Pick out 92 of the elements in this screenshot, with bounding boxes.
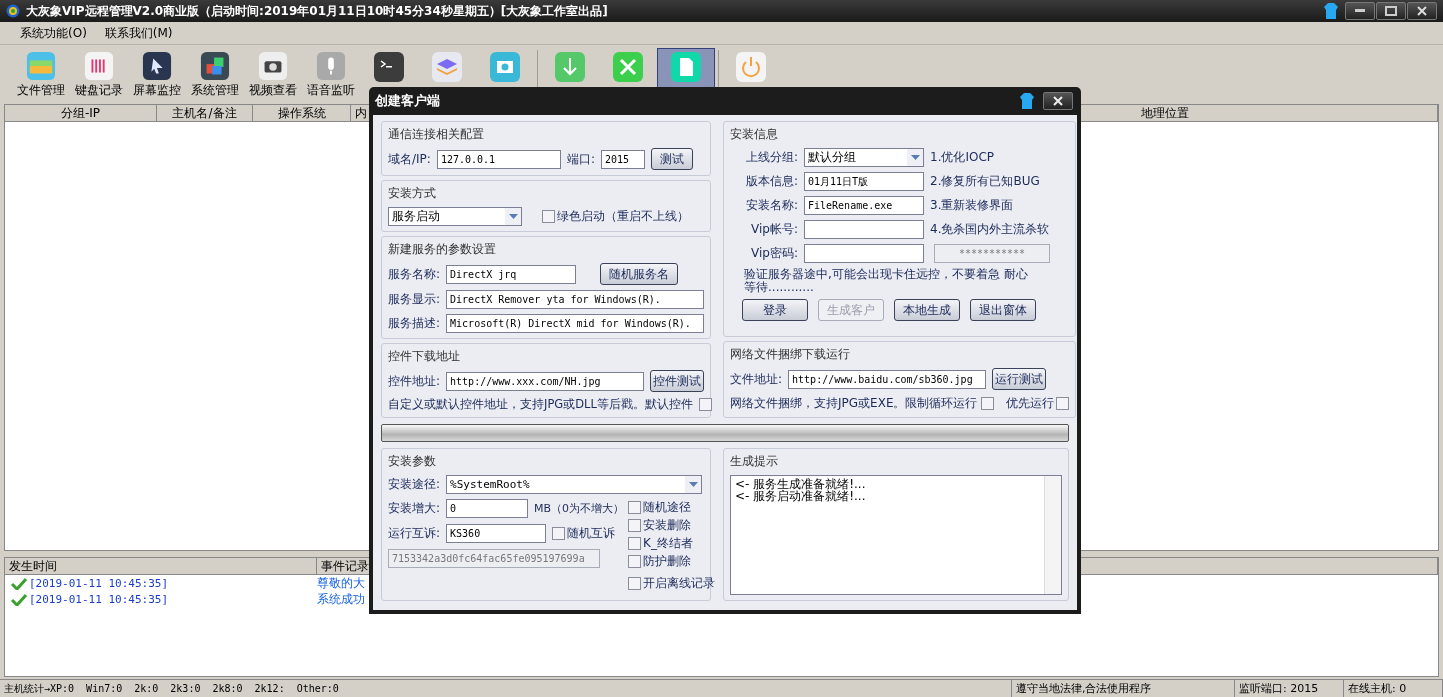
random-name-button[interactable]: 随机服务名 [600, 263, 679, 285]
checkbox[interactable]: K_终结者 [628, 535, 716, 552]
text-field[interactable]: Microsoft(R) DirectX mid for Windows(R). [446, 314, 704, 333]
group-title: 安装参数 [388, 453, 437, 470]
host-stat: Other:0 [296, 683, 339, 694]
host-stat: 主机统计→XP:0 [4, 681, 75, 696]
status-port: 监听端口: 2015 [1235, 680, 1344, 697]
field-label: 域名/IP: [388, 150, 431, 168]
log-event: 尊敬的大 [317, 575, 365, 592]
feature-note: 3.重新装修界面 [930, 197, 1014, 214]
bundle-note: 网络文件捆绑，支持JPG或EXE。限制循环运行 [730, 395, 978, 412]
menu-item[interactable]: 联系我们(M) [104, 24, 173, 42]
feature-note: 1.优化IOCP [930, 149, 995, 166]
group-title: 生成提示 [730, 453, 779, 470]
group-dropdown[interactable]: 默认分组 [804, 148, 924, 167]
feature-note: 2.修复所有已知BUG [930, 173, 1040, 190]
output-line: <- 服务启动准备就绪!... [735, 490, 867, 502]
url-field[interactable]: http://www.xxx.com/NH.jpg [446, 371, 644, 391]
status-online: 在线主机: 0 [1344, 680, 1443, 697]
field-label: Vip帐号: [750, 221, 798, 238]
host-field[interactable]: 127.0.0.1 [436, 149, 561, 169]
toolbar-button[interactable]: 语音监听 [302, 48, 360, 100]
toolbar-button[interactable]: 屏幕监控 [128, 48, 186, 100]
mutex-field[interactable]: KS360 [446, 524, 547, 543]
group-title: 控件下载地址 [388, 348, 461, 365]
output-line: <- 服务生成准备就绪!... [735, 478, 867, 490]
column-header[interactable]: 发生时间 [5, 558, 317, 574]
dialog-title: 创建客户端 [375, 92, 440, 110]
column-header[interactable]: 操作系统 [253, 105, 351, 121]
field-label: 服务描述: [388, 315, 441, 332]
menu-item[interactable]: 系统功能(O) [20, 24, 87, 42]
plugin-test-button[interactable]: 控件测试 [650, 370, 704, 392]
hash-field: 7153342a3d0fc64fac65fe095197699a [388, 549, 600, 568]
action-button[interactable]: 本地生成 [894, 299, 960, 321]
checkbox[interactable]: 开启离线记录 [628, 575, 716, 592]
window-title: 大灰象VIP远程管理V2.0商业版（启动时间:2019年01月11日10时45分34秒星期五）[大灰象工作室出品] [26, 2, 608, 20]
log-event: 系统成功 [317, 591, 365, 608]
path-dropdown[interactable]: %SystemRoot% [446, 475, 703, 494]
group-title: 安装方式 [388, 185, 437, 202]
field-label: 安装增大: [388, 500, 441, 517]
text-field[interactable]: FileRename.exe [804, 196, 924, 215]
mode-dropdown[interactable]: 服务启动 [388, 207, 522, 226]
column-header[interactable]: 分组-IP [5, 105, 157, 121]
group-title: 通信连接相关配置 [388, 126, 485, 143]
host-stat: 2k:0 [134, 683, 159, 694]
group-title: 新建服务的参数设置 [388, 241, 497, 258]
action-button[interactable]: 退出窗体 [970, 299, 1036, 321]
field-label: 安装名称: [744, 197, 798, 214]
text-field[interactable]: DirectX jrq [446, 264, 577, 284]
field-label: 安装途径: [388, 476, 441, 493]
text-field[interactable]: DirectX Remover yta for Windows(R). [446, 290, 704, 309]
run-test-button[interactable]: 运行测试 [992, 368, 1047, 390]
status-notice: 遵守当地法律,合法使用程序 [1012, 680, 1235, 697]
url-field[interactable]: http://www.baidu.com/sb360.jpg [788, 369, 987, 389]
field-label: 上线分组: [744, 149, 798, 166]
text-field[interactable]: 01月11日T版 [804, 172, 924, 191]
action-button[interactable]: 登录 [742, 299, 808, 321]
host-stat: Win7:0 [86, 683, 123, 694]
host-stat: 2k3:0 [170, 683, 201, 694]
field-label: 文件地址: [730, 370, 783, 388]
host-stat: 2k8:0 [212, 683, 243, 694]
field-label: 运行互诉: [388, 525, 441, 542]
feature-note: 4.免杀国内外主流杀软 [930, 221, 1050, 238]
toolbar-button[interactable]: 键盘记录 [70, 48, 128, 100]
size-unit: MB（0为不增大） [534, 501, 625, 516]
toolbar-button[interactable]: 文件管理 [12, 48, 70, 100]
checkbox[interactable]: 随机互诉 [552, 525, 616, 542]
checkbox[interactable]: 随机途径 [628, 499, 716, 516]
checkbox[interactable]: 防护删除 [628, 553, 716, 570]
field-label: 服务显示: [388, 291, 441, 308]
checkbox[interactable]: 绿色启动（重启不上线） [542, 208, 689, 225]
log-time: [2019-01-11 10:45:35] [29, 593, 169, 606]
field-label: 控件地址: [388, 372, 441, 390]
log-time: [2019-01-11 10:45:35] [29, 577, 169, 590]
field-label: 版本信息: [744, 173, 798, 190]
wait-note: 验证服务器途中,可能会出现卡住远控，不要着急 耐心等待............ [743, 268, 1029, 294]
port-field[interactable]: 2015 [600, 149, 645, 169]
plugin-note: 自定义或默认控件地址，支持JPG或DLL等后戳。默认控件 [388, 397, 693, 412]
field-label: 端口: [566, 150, 595, 168]
size-field[interactable]: 0 [446, 499, 529, 518]
column-header[interactable]: 主机名/备注 [157, 105, 253, 121]
group-title: 安装信息 [730, 126, 779, 143]
checkbox[interactable]: 安装删除 [628, 517, 716, 534]
field-label: 服务名称: [388, 265, 441, 283]
toolbar-button[interactable]: 系统管理 [186, 48, 244, 100]
host-stat: 2k12: [254, 683, 285, 694]
field-label: Vip密码: [750, 245, 798, 262]
test-button[interactable]: 测试 [650, 148, 693, 170]
password-field: *********** [934, 244, 1050, 263]
toolbar-button[interactable]: 视频查看 [244, 48, 302, 100]
group-title: 网络文件捆绑下载运行 [730, 346, 851, 363]
checkbox[interactable]: 优先运行 [1006, 395, 1070, 412]
